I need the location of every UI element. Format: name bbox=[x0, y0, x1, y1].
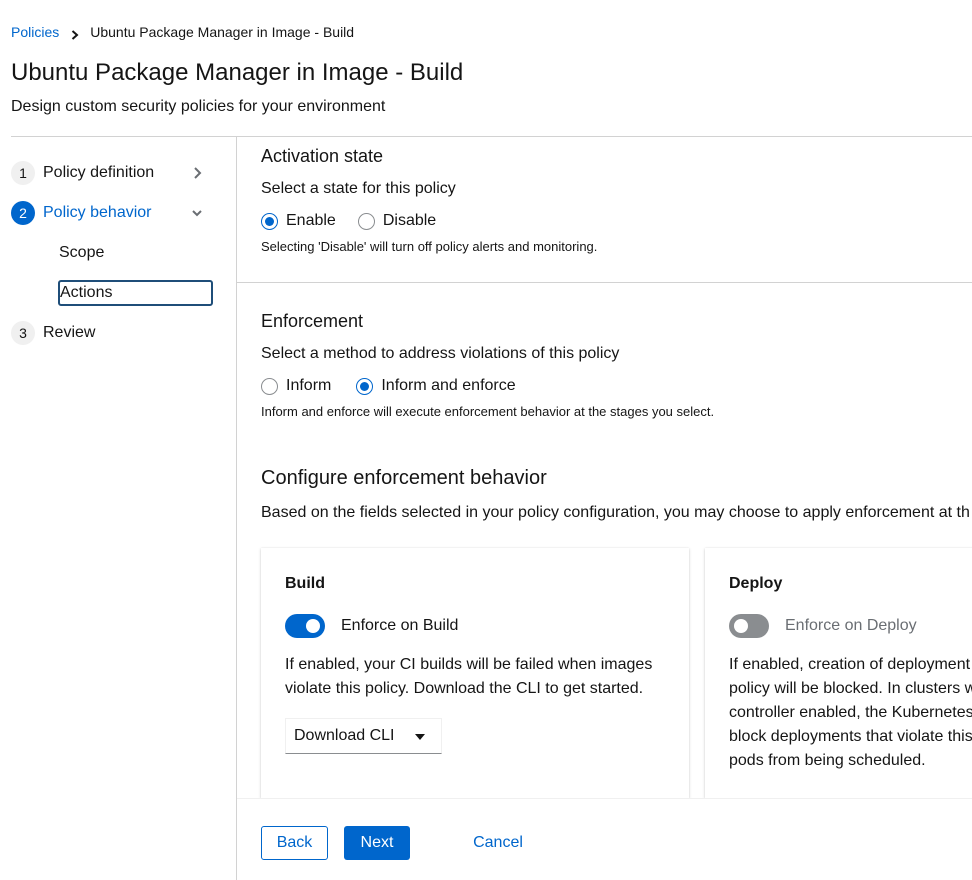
chevron-right-icon bbox=[71, 27, 79, 40]
nav-substep-scope[interactable]: Scope bbox=[59, 241, 104, 265]
activation-subtitle: Select a state for this policy bbox=[261, 180, 456, 197]
chevron-right-icon[interactable] bbox=[190, 165, 204, 181]
step-number: 2 bbox=[11, 201, 35, 225]
activation-title: Activation state bbox=[261, 146, 384, 166]
page-title: Ubuntu Package Manager in Image - Build bbox=[11, 59, 464, 86]
radio-dot bbox=[357, 212, 375, 230]
nav-step-label: Policy behavior bbox=[43, 204, 152, 221]
enforcement-radio-group: Inform Inform and enforce bbox=[261, 375, 516, 397]
toggle-knob bbox=[734, 619, 748, 633]
enforce-on-build-switch-row: Enforce on Build bbox=[285, 614, 458, 638]
cancel-button[interactable]: Cancel bbox=[462, 826, 534, 860]
configure-enforcement-description: Based on the fields selected in your pol… bbox=[261, 504, 970, 521]
radio-dot bbox=[261, 377, 278, 395]
deploy-card: Deploy Enforce on Deploy If enabled, cre… bbox=[705, 548, 972, 798]
body-line: violate this policy. Download the CLI to… bbox=[285, 680, 644, 697]
next-button[interactable]: Next bbox=[344, 826, 410, 860]
enforcement-helper-text: Inform and enforce will execute enforcem… bbox=[261, 404, 715, 419]
step-number: 1 bbox=[11, 161, 35, 185]
body-line: controller enabled, the Kubernetes bbox=[729, 704, 972, 721]
nav-step-label: Policy definition bbox=[43, 164, 155, 181]
caret-down-icon bbox=[415, 734, 425, 740]
inform-radio[interactable]: Inform bbox=[261, 377, 331, 395]
header-divider bbox=[11, 136, 972, 137]
nav-step-review[interactable]: 3 Review bbox=[11, 321, 211, 345]
enable-radio[interactable]: Enable bbox=[261, 212, 336, 230]
nav-step-policy-behavior[interactable]: 2 Policy behavior bbox=[11, 201, 211, 225]
radio-label: Disable bbox=[382, 212, 437, 229]
toggle-label: Enforce on Build bbox=[341, 617, 459, 634]
section-divider bbox=[237, 282, 972, 283]
build-card: Build Enforce on Build If enabled, your … bbox=[261, 548, 689, 798]
enforcement-subtitle: Select a method to address violations of… bbox=[261, 345, 620, 362]
breadcrumb: Policies Ubuntu Package Manager in Image… bbox=[11, 23, 354, 41]
step-number: 3 bbox=[11, 321, 35, 345]
enforcement-title: Enforcement bbox=[261, 311, 364, 331]
configure-enforcement-title: Configure enforcement behavior bbox=[261, 467, 547, 489]
enforce-on-deploy-toggle[interactable] bbox=[729, 614, 769, 638]
page-description: Design custom security policies for your… bbox=[11, 98, 386, 115]
breadcrumb-policies-link[interactable]: Policies bbox=[11, 24, 59, 40]
deploy-card-title: Deploy bbox=[729, 575, 783, 592]
enforce-on-build-toggle[interactable] bbox=[285, 614, 325, 638]
body-line: policy will be blocked. In clusters w bbox=[729, 680, 972, 697]
build-card-body: If enabled, your CI builds will be faile… bbox=[285, 653, 665, 701]
dropdown-label: Download CLI bbox=[294, 727, 395, 744]
radio-label: Enable bbox=[286, 212, 336, 229]
toggle-label: Enforce on Deploy bbox=[785, 617, 917, 634]
body-line: If enabled, creation of deployment bbox=[729, 656, 971, 673]
nav-step-label: Review bbox=[43, 324, 96, 341]
radio-label: Inform bbox=[286, 377, 332, 394]
toggle-knob bbox=[306, 619, 320, 633]
nav-divider bbox=[236, 137, 237, 880]
breadcrumb-current: Ubuntu Package Manager in Image - Build bbox=[90, 24, 355, 40]
build-card-title: Build bbox=[285, 575, 325, 592]
nav-step-policy-definition[interactable]: 1 Policy definition bbox=[11, 161, 211, 185]
enforce-on-deploy-switch-row: Enforce on Deploy bbox=[729, 614, 917, 638]
body-line: block deployments that violate this bbox=[729, 728, 972, 745]
radio-label: Inform and enforce bbox=[381, 377, 516, 394]
radio-dot bbox=[261, 212, 278, 230]
body-line: If enabled, your CI builds will be faile… bbox=[285, 656, 653, 673]
activation-radio-group: Enable Disable bbox=[261, 210, 436, 232]
download-cli-dropdown[interactable]: Download CLI bbox=[285, 718, 442, 754]
body-line: pods from being scheduled. bbox=[729, 752, 926, 769]
activation-helper-text: Selecting 'Disable' will turn off policy… bbox=[261, 239, 598, 254]
radio-dot bbox=[356, 377, 374, 395]
chevron-down-icon[interactable] bbox=[190, 205, 204, 221]
nav-substep-actions[interactable]: Actions bbox=[58, 280, 213, 306]
inform-and-enforce-radio[interactable]: Inform and enforce bbox=[356, 377, 516, 395]
disable-radio[interactable]: Disable bbox=[357, 212, 437, 230]
deploy-card-body: If enabled, creation of deployment polic… bbox=[729, 653, 972, 773]
back-button[interactable]: Back bbox=[261, 826, 328, 860]
